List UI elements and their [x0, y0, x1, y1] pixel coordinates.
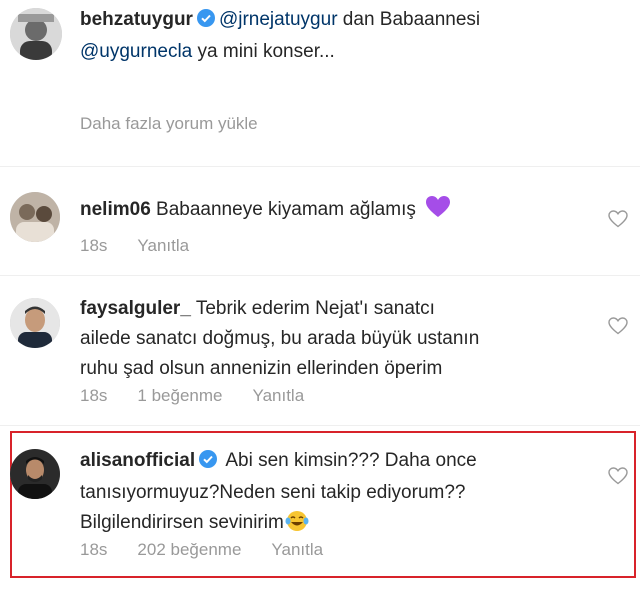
like-heart-icon[interactable]: [608, 317, 628, 340]
like-heart-icon[interactable]: [608, 210, 628, 233]
caption-username[interactable]: behzatuygur: [80, 9, 193, 30]
verified-badge-icon: [196, 7, 215, 37]
comment-username[interactable]: faysalguler_: [80, 298, 191, 319]
comment-meta: 18s 202 beğenme Yanıtla: [80, 538, 353, 562]
comment-username[interactable]: nelim06: [80, 199, 151, 220]
likes-count[interactable]: 202 beğenme: [137, 540, 241, 559]
comment-body: Babaanneye kiyamam ağlamış: [156, 199, 416, 220]
divider: [0, 166, 640, 167]
comment-time: 18s: [80, 540, 108, 559]
avatar-nelim06[interactable]: [10, 192, 60, 242]
reply-link[interactable]: Yanıtla: [137, 236, 189, 255]
likes-count[interactable]: 1 beğenme: [137, 386, 222, 405]
reply-link[interactable]: Yanıtla: [253, 386, 305, 405]
comment-text: nelim06 Babaanneye kiyamam ağlamış: [80, 195, 451, 229]
caption-mention-1[interactable]: @jrnejatuygur: [219, 9, 338, 30]
post-caption: behzatuygur @jrnejatuygur dan Babaannesi …: [0, 0, 640, 80]
avatar-faysalguler[interactable]: [10, 298, 60, 348]
verified-badge-icon: [199, 448, 218, 478]
comment-time: 18s: [80, 386, 108, 405]
divider: [0, 275, 640, 276]
caption-text-1: dan Babaannesi: [337, 9, 481, 30]
comment-body-line-1: Tebrik ederim Nejat'ı sanatcı: [195, 298, 435, 319]
comment-body-line-1: Abi sen kimsin??? Daha once: [225, 450, 477, 471]
comment-body-line-3: Bilgilendirirsen sevinirim: [80, 512, 284, 533]
comment-username[interactable]: alisanofficial: [80, 450, 195, 471]
comment-meta: 18s Yanıtla: [80, 234, 219, 258]
comment-body-line-2: ailede sanatcı doğmuş, bu arada büyük us…: [80, 328, 480, 349]
divider: [0, 425, 640, 426]
purple-heart-icon: [425, 195, 451, 229]
comment-meta: 18s 1 beğenme Yanıtla: [80, 384, 334, 408]
comment-text: alisanofficial Abi sen kimsin??? Daha on…: [80, 446, 600, 542]
reply-link[interactable]: Yanıtla: [271, 540, 323, 559]
avatar-behzatuygur[interactable]: [10, 8, 62, 60]
comment-body-line-2: tanısıyormuyuz?Neden seni takip ediyorum…: [80, 482, 466, 503]
comment-text: faysalguler_ Tebrik ederim Nejat'ı sanat…: [80, 294, 610, 384]
comment-time: 18s: [80, 236, 108, 255]
load-more-comments-link[interactable]: Daha fazla yorum yükle: [80, 114, 258, 134]
like-heart-icon[interactable]: [608, 467, 628, 490]
caption-text-2: ya mini konser...: [192, 41, 335, 62]
caption-mention-2[interactable]: @uygurnecla: [80, 41, 192, 62]
caption-text: behzatuygur @jrnejatuygur dan Babaannesi …: [80, 5, 630, 67]
avatar-alisanofficial[interactable]: [10, 449, 60, 499]
comment-body-line-3: ruhu şad olsun annenizin ellerinden öper…: [80, 358, 443, 379]
